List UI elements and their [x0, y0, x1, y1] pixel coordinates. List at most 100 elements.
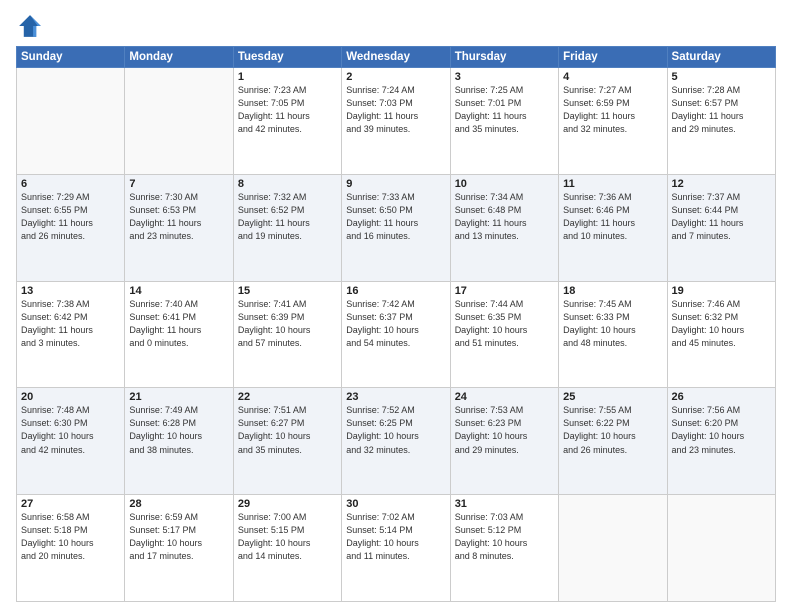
day-info: Sunrise: 7:33 AM Sunset: 6:50 PM Dayligh… [346, 191, 445, 243]
day-info: Sunrise: 7:38 AM Sunset: 6:42 PM Dayligh… [21, 298, 120, 350]
weekday-header-row: SundayMondayTuesdayWednesdayThursdayFrid… [17, 47, 776, 68]
calendar-cell: 28Sunrise: 6:59 AM Sunset: 5:17 PM Dayli… [125, 495, 233, 602]
day-number: 15 [238, 285, 337, 297]
calendar-cell [125, 68, 233, 175]
calendar-cell [667, 495, 775, 602]
day-number: 2 [346, 71, 445, 83]
weekday-header-wednesday: Wednesday [342, 47, 450, 68]
day-number: 11 [563, 178, 662, 190]
day-info: Sunrise: 7:56 AM Sunset: 6:20 PM Dayligh… [672, 404, 771, 456]
day-number: 17 [455, 285, 554, 297]
day-number: 26 [672, 391, 771, 403]
day-number: 1 [238, 71, 337, 83]
day-number: 20 [21, 391, 120, 403]
header [16, 12, 776, 40]
day-number: 29 [238, 498, 337, 510]
calendar-week-2: 13Sunrise: 7:38 AM Sunset: 6:42 PM Dayli… [17, 281, 776, 388]
weekday-header-sunday: Sunday [17, 47, 125, 68]
day-info: Sunrise: 7:27 AM Sunset: 6:59 PM Dayligh… [563, 84, 662, 136]
day-number: 13 [21, 285, 120, 297]
calendar-cell: 2Sunrise: 7:24 AM Sunset: 7:03 PM Daylig… [342, 68, 450, 175]
calendar-table: SundayMondayTuesdayWednesdayThursdayFrid… [16, 46, 776, 602]
day-number: 9 [346, 178, 445, 190]
calendar-cell: 29Sunrise: 7:00 AM Sunset: 5:15 PM Dayli… [233, 495, 341, 602]
calendar-cell: 10Sunrise: 7:34 AM Sunset: 6:48 PM Dayli… [450, 174, 558, 281]
day-info: Sunrise: 7:41 AM Sunset: 6:39 PM Dayligh… [238, 298, 337, 350]
day-info: Sunrise: 6:58 AM Sunset: 5:18 PM Dayligh… [21, 511, 120, 563]
weekday-header-friday: Friday [559, 47, 667, 68]
calendar-cell: 13Sunrise: 7:38 AM Sunset: 6:42 PM Dayli… [17, 281, 125, 388]
day-info: Sunrise: 7:51 AM Sunset: 6:27 PM Dayligh… [238, 404, 337, 456]
calendar-cell: 19Sunrise: 7:46 AM Sunset: 6:32 PM Dayli… [667, 281, 775, 388]
day-number: 10 [455, 178, 554, 190]
day-number: 31 [455, 498, 554, 510]
calendar-cell: 6Sunrise: 7:29 AM Sunset: 6:55 PM Daylig… [17, 174, 125, 281]
calendar-week-1: 6Sunrise: 7:29 AM Sunset: 6:55 PM Daylig… [17, 174, 776, 281]
calendar-cell: 1Sunrise: 7:23 AM Sunset: 7:05 PM Daylig… [233, 68, 341, 175]
calendar-cell: 15Sunrise: 7:41 AM Sunset: 6:39 PM Dayli… [233, 281, 341, 388]
day-info: Sunrise: 6:59 AM Sunset: 5:17 PM Dayligh… [129, 511, 228, 563]
calendar-week-0: 1Sunrise: 7:23 AM Sunset: 7:05 PM Daylig… [17, 68, 776, 175]
day-info: Sunrise: 7:25 AM Sunset: 7:01 PM Dayligh… [455, 84, 554, 136]
day-info: Sunrise: 7:45 AM Sunset: 6:33 PM Dayligh… [563, 298, 662, 350]
calendar-cell: 25Sunrise: 7:55 AM Sunset: 6:22 PM Dayli… [559, 388, 667, 495]
day-info: Sunrise: 7:34 AM Sunset: 6:48 PM Dayligh… [455, 191, 554, 243]
calendar-cell: 31Sunrise: 7:03 AM Sunset: 5:12 PM Dayli… [450, 495, 558, 602]
day-number: 6 [21, 178, 120, 190]
day-number: 7 [129, 178, 228, 190]
day-info: Sunrise: 7:29 AM Sunset: 6:55 PM Dayligh… [21, 191, 120, 243]
day-info: Sunrise: 7:32 AM Sunset: 6:52 PM Dayligh… [238, 191, 337, 243]
calendar-cell: 18Sunrise: 7:45 AM Sunset: 6:33 PM Dayli… [559, 281, 667, 388]
calendar-cell: 20Sunrise: 7:48 AM Sunset: 6:30 PM Dayli… [17, 388, 125, 495]
calendar-cell: 21Sunrise: 7:49 AM Sunset: 6:28 PM Dayli… [125, 388, 233, 495]
calendar-cell: 27Sunrise: 6:58 AM Sunset: 5:18 PM Dayli… [17, 495, 125, 602]
calendar-week-4: 27Sunrise: 6:58 AM Sunset: 5:18 PM Dayli… [17, 495, 776, 602]
day-info: Sunrise: 7:00 AM Sunset: 5:15 PM Dayligh… [238, 511, 337, 563]
day-info: Sunrise: 7:42 AM Sunset: 6:37 PM Dayligh… [346, 298, 445, 350]
day-number: 5 [672, 71, 771, 83]
calendar-cell: 16Sunrise: 7:42 AM Sunset: 6:37 PM Dayli… [342, 281, 450, 388]
calendar-cell: 12Sunrise: 7:37 AM Sunset: 6:44 PM Dayli… [667, 174, 775, 281]
calendar-cell: 3Sunrise: 7:25 AM Sunset: 7:01 PM Daylig… [450, 68, 558, 175]
calendar-cell: 23Sunrise: 7:52 AM Sunset: 6:25 PM Dayli… [342, 388, 450, 495]
day-info: Sunrise: 7:37 AM Sunset: 6:44 PM Dayligh… [672, 191, 771, 243]
day-number: 16 [346, 285, 445, 297]
calendar-cell: 9Sunrise: 7:33 AM Sunset: 6:50 PM Daylig… [342, 174, 450, 281]
day-info: Sunrise: 7:52 AM Sunset: 6:25 PM Dayligh… [346, 404, 445, 456]
day-number: 27 [21, 498, 120, 510]
weekday-header-tuesday: Tuesday [233, 47, 341, 68]
day-info: Sunrise: 7:24 AM Sunset: 7:03 PM Dayligh… [346, 84, 445, 136]
calendar-cell: 8Sunrise: 7:32 AM Sunset: 6:52 PM Daylig… [233, 174, 341, 281]
day-number: 18 [563, 285, 662, 297]
day-info: Sunrise: 7:46 AM Sunset: 6:32 PM Dayligh… [672, 298, 771, 350]
day-number: 30 [346, 498, 445, 510]
day-info: Sunrise: 7:36 AM Sunset: 6:46 PM Dayligh… [563, 191, 662, 243]
calendar-cell: 4Sunrise: 7:27 AM Sunset: 6:59 PM Daylig… [559, 68, 667, 175]
day-number: 8 [238, 178, 337, 190]
day-info: Sunrise: 7:48 AM Sunset: 6:30 PM Dayligh… [21, 404, 120, 456]
calendar-cell: 11Sunrise: 7:36 AM Sunset: 6:46 PM Dayli… [559, 174, 667, 281]
calendar-week-3: 20Sunrise: 7:48 AM Sunset: 6:30 PM Dayli… [17, 388, 776, 495]
day-info: Sunrise: 7:44 AM Sunset: 6:35 PM Dayligh… [455, 298, 554, 350]
day-info: Sunrise: 7:02 AM Sunset: 5:14 PM Dayligh… [346, 511, 445, 563]
logo [16, 12, 48, 40]
day-number: 23 [346, 391, 445, 403]
day-info: Sunrise: 7:55 AM Sunset: 6:22 PM Dayligh… [563, 404, 662, 456]
day-number: 12 [672, 178, 771, 190]
day-number: 19 [672, 285, 771, 297]
page: SundayMondayTuesdayWednesdayThursdayFrid… [0, 0, 792, 612]
calendar-cell: 14Sunrise: 7:40 AM Sunset: 6:41 PM Dayli… [125, 281, 233, 388]
day-number: 4 [563, 71, 662, 83]
logo-icon [16, 12, 44, 40]
calendar-cell: 30Sunrise: 7:02 AM Sunset: 5:14 PM Dayli… [342, 495, 450, 602]
day-info: Sunrise: 7:53 AM Sunset: 6:23 PM Dayligh… [455, 404, 554, 456]
day-number: 24 [455, 391, 554, 403]
calendar-cell: 17Sunrise: 7:44 AM Sunset: 6:35 PM Dayli… [450, 281, 558, 388]
day-info: Sunrise: 7:23 AM Sunset: 7:05 PM Dayligh… [238, 84, 337, 136]
day-number: 3 [455, 71, 554, 83]
day-info: Sunrise: 7:28 AM Sunset: 6:57 PM Dayligh… [672, 84, 771, 136]
calendar-cell: 7Sunrise: 7:30 AM Sunset: 6:53 PM Daylig… [125, 174, 233, 281]
day-number: 22 [238, 391, 337, 403]
day-info: Sunrise: 7:49 AM Sunset: 6:28 PM Dayligh… [129, 404, 228, 456]
day-info: Sunrise: 7:03 AM Sunset: 5:12 PM Dayligh… [455, 511, 554, 563]
